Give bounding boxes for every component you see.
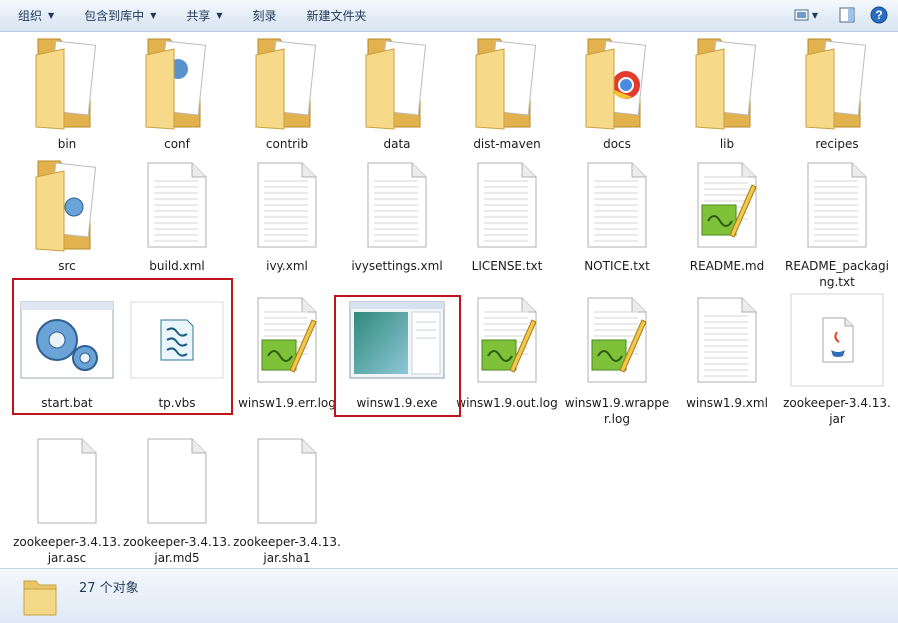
file-name-label: zookeeper-3.4.13.jar.sha1: [233, 535, 341, 565]
file-name-label: winsw1.9.wrapper.log: [564, 396, 670, 426]
chevron-down-icon: ▼: [216, 11, 223, 20]
text-file-icon: [452, 155, 562, 255]
file-name-label: bin: [57, 137, 77, 151]
file-name-label: conf: [164, 137, 190, 151]
file-name-label: build.xml: [149, 259, 205, 273]
file-name-label: src: [58, 259, 76, 273]
folder-icon: [12, 33, 122, 133]
file-item-notice-txt[interactable]: NOTICE.txt: [562, 155, 672, 275]
blank-file-icon: [232, 431, 342, 531]
file-name-label: README.md: [689, 259, 765, 273]
chevron-down-icon: ▼: [150, 11, 157, 20]
file-item-ivysettings-xml[interactable]: ivysettings.xml: [342, 155, 452, 275]
organize-menu[interactable]: 组织 ▼: [10, 4, 62, 28]
new-folder-button[interactable]: 新建文件夹: [299, 4, 375, 28]
view-options-button[interactable]: ▼: [788, 4, 824, 26]
help-button[interactable]: ?: [868, 4, 890, 26]
file-item-src[interactable]: src: [12, 155, 122, 275]
text-file-icon: [672, 290, 782, 390]
include-in-library-menu[interactable]: 包含到库中 ▼: [76, 4, 164, 28]
item-count: 27 个对象: [79, 581, 139, 596]
folder-icon: [452, 33, 562, 133]
text-file-icon: [782, 155, 892, 255]
text-file-icon: [122, 155, 232, 255]
status-bar: 27 个对象: [0, 568, 898, 623]
folder-icon: [122, 33, 232, 133]
file-name-label: winsw1.9.err.log: [238, 396, 336, 410]
burn-label: 刻录: [252, 9, 277, 23]
file-item-license-txt[interactable]: LICENSE.txt: [452, 155, 562, 275]
file-name-label: winsw1.9.out.log: [456, 396, 558, 410]
file-name-label: contrib: [265, 137, 309, 151]
file-item-zookeeper-3-4-13-jar[interactable]: zookeeper-3.4.13.jar: [782, 290, 892, 426]
folder-icon: [20, 575, 60, 622]
command-toolbar: 组织 ▼ 包含到库中 ▼ 共享 ▼ 刻录 新建文件夹 ▼ ?: [0, 0, 898, 32]
file-item-zookeeper-3-4-13-jar-sha1[interactable]: zookeeper-3.4.13.jar.sha1: [232, 431, 342, 565]
file-item-build-xml[interactable]: build.xml: [122, 155, 232, 275]
highlight-box-bat-vbs: [12, 278, 233, 415]
file-item-winsw1-9-wrapper-log[interactable]: winsw1.9.wrapper.log: [562, 290, 672, 426]
new-folder-label: 新建文件夹: [306, 9, 367, 23]
svg-text:?: ?: [875, 8, 882, 22]
notepad-file-icon: [562, 290, 672, 390]
file-item-ivy-xml[interactable]: ivy.xml: [232, 155, 342, 275]
jar-file-icon: [782, 290, 892, 390]
file-name-label: zookeeper-3.4.13.jar: [783, 396, 891, 426]
file-item-data[interactable]: data: [342, 33, 452, 153]
folder-icon: [562, 33, 672, 133]
organize-label: 组织: [18, 9, 43, 23]
file-item-readme-packaging-txt[interactable]: README_packaging.txt: [782, 155, 892, 289]
file-item-conf[interactable]: conf: [122, 33, 232, 153]
text-file-icon: [232, 155, 342, 255]
notepad-file-icon: [232, 290, 342, 390]
file-name-label: LICENSE.txt: [471, 259, 543, 273]
include-in-library-label: 包含到库中: [84, 9, 145, 23]
file-item-recipes[interactable]: recipes: [782, 33, 892, 153]
file-name-label: winsw1.9.xml: [686, 396, 768, 410]
view-options-icon: [794, 9, 809, 21]
file-item-zookeeper-3-4-13-jar-asc[interactable]: zookeeper-3.4.13.jar.asc: [12, 431, 122, 565]
text-file-icon: [562, 155, 672, 255]
file-item-contrib[interactable]: contrib: [232, 33, 342, 153]
notepad-file-icon: [672, 155, 782, 255]
highlight-box-exe: [334, 295, 461, 417]
file-item-winsw1-9-err-log[interactable]: winsw1.9.err.log: [232, 290, 342, 410]
chevron-down-icon: ▼: [48, 11, 55, 20]
blank-file-icon: [12, 431, 122, 531]
text-file-icon: [342, 155, 452, 255]
file-name-label: data: [383, 137, 411, 151]
file-name-label: dist-maven: [473, 137, 541, 151]
file-item-docs[interactable]: docs: [562, 33, 672, 153]
file-item-winsw1-9-xml[interactable]: winsw1.9.xml: [672, 290, 782, 410]
file-name-label: zookeeper-3.4.13.jar.asc: [13, 535, 121, 565]
folder-icon: [342, 33, 452, 133]
file-name-label: zookeeper-3.4.13.jar.md5: [123, 535, 231, 565]
file-name-label: docs: [603, 137, 631, 151]
chevron-down-icon: ▼: [811, 10, 819, 20]
burn-button[interactable]: 刻录: [245, 4, 285, 28]
file-item-bin[interactable]: bin: [12, 33, 122, 153]
file-item-zookeeper-3-4-13-jar-md5[interactable]: zookeeper-3.4.13.jar.md5: [122, 431, 232, 565]
preview-pane-button[interactable]: [836, 4, 858, 26]
folder-icon: [12, 155, 122, 255]
folder-icon: [232, 33, 342, 133]
file-name-label: README_packaging.txt: [785, 259, 889, 289]
preview-pane-icon: [839, 7, 855, 23]
file-item-readme-md[interactable]: README.md: [672, 155, 782, 275]
file-name-label: NOTICE.txt: [584, 259, 650, 273]
share-menu[interactable]: 共享 ▼: [178, 4, 230, 28]
folder-icon: [782, 33, 892, 133]
file-name-label: ivy.xml: [266, 259, 308, 273]
notepad-file-icon: [452, 290, 562, 390]
file-name-label: recipes: [815, 137, 859, 151]
help-icon: ?: [870, 6, 888, 24]
blank-file-icon: [122, 431, 232, 531]
file-name-label: lib: [719, 137, 735, 151]
folder-icon: [672, 33, 782, 133]
file-name-label: ivysettings.xml: [351, 259, 443, 273]
file-item-lib[interactable]: lib: [672, 33, 782, 153]
file-item-winsw1-9-out-log[interactable]: winsw1.9.out.log: [452, 290, 562, 410]
file-item-dist-maven[interactable]: dist-maven: [452, 33, 562, 153]
share-label: 共享: [186, 9, 211, 23]
